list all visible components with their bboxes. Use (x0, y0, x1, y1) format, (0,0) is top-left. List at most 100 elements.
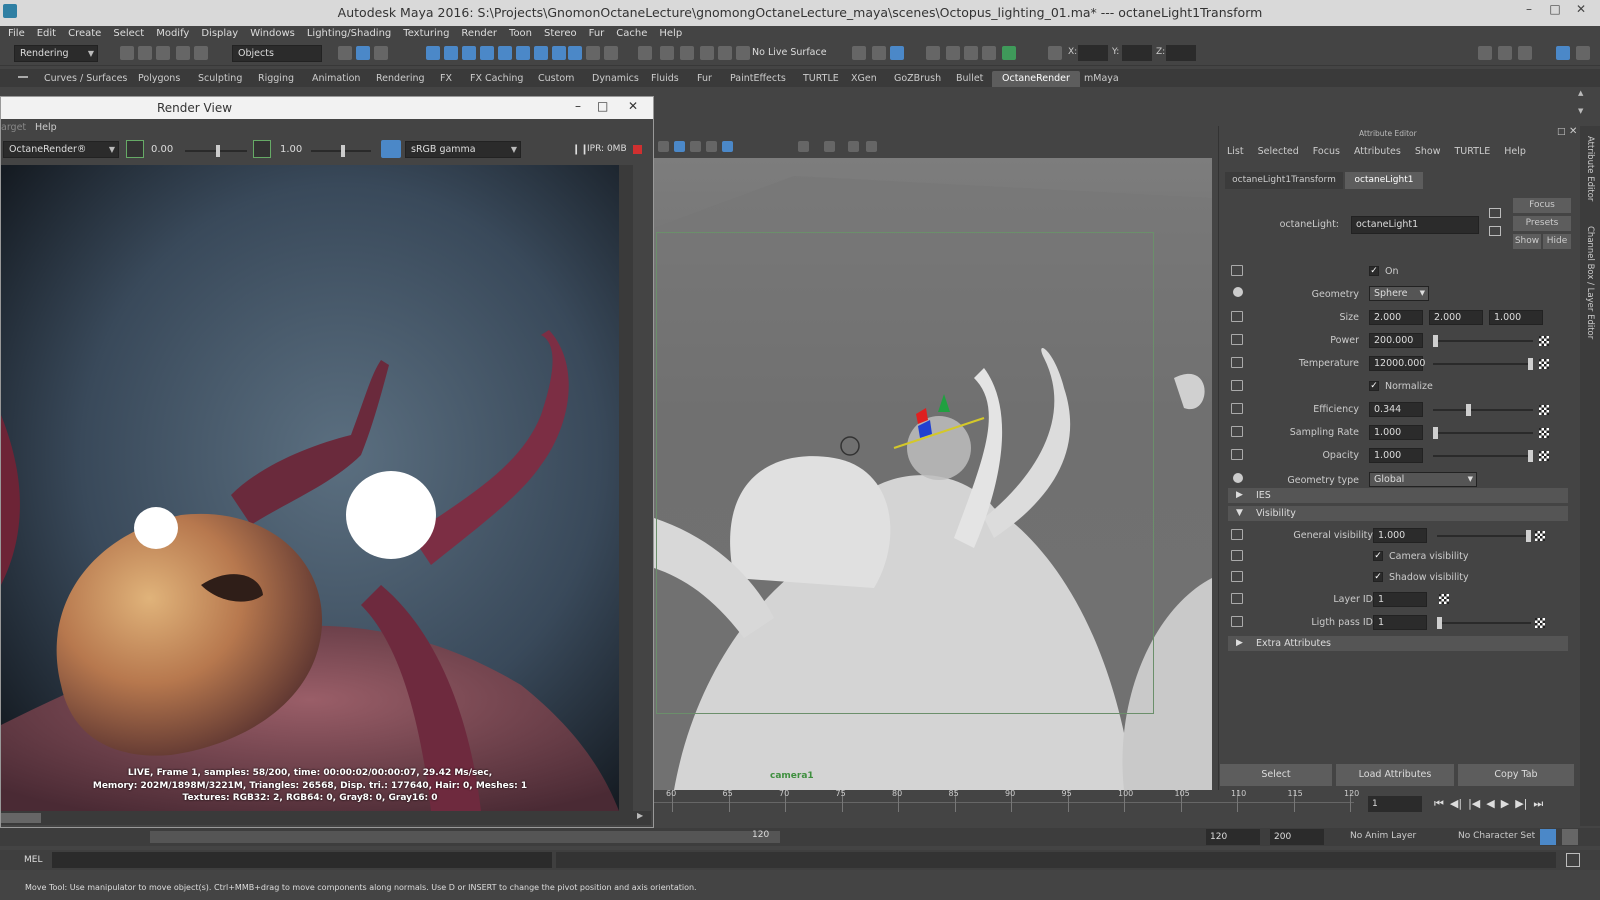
xray-icon[interactable] (798, 141, 809, 152)
shelf-tab-fur[interactable]: Fur (697, 71, 712, 87)
ae-menu-attributes[interactable]: Attributes (1354, 146, 1401, 157)
ae-menu-turtle[interactable]: TURTLE (1454, 146, 1490, 157)
power-field[interactable]: 200.000 (1369, 333, 1423, 348)
z-field[interactable] (1166, 45, 1196, 61)
shelf-tab-polygons[interactable]: Polygons (138, 71, 180, 87)
general-visibility-slider[interactable] (1437, 530, 1531, 542)
range-end-field[interactable]: 120 (752, 830, 769, 840)
step-back-icon[interactable]: |◀ (1468, 797, 1480, 811)
tab-octanelight1transform[interactable]: octaneLight1Transform (1225, 172, 1343, 189)
menu-create[interactable]: Create (68, 26, 101, 42)
select-by-component-icon[interactable] (374, 46, 388, 60)
color-space-dropdown[interactable]: sRGB gamma ▼ (405, 141, 521, 158)
shelf-scroll-up-icon[interactable]: ▲ (1578, 89, 1583, 97)
node-go-icon[interactable] (1489, 208, 1501, 218)
opacity-slider-knob[interactable] (1528, 450, 1533, 462)
shelf-tab-fx[interactable]: FX (440, 71, 452, 87)
render-region-icon[interactable] (852, 46, 866, 60)
menu-file[interactable]: File (8, 26, 25, 42)
current-frame-field[interactable]: 1 (1368, 796, 1422, 812)
gamma-slider-knob[interactable] (341, 145, 345, 157)
sampling-rate-field[interactable]: 1.000 (1369, 425, 1423, 440)
shelf-options-icon[interactable] (18, 76, 28, 78)
side-tab-attribute-editor[interactable]: Attribute Editor (1585, 136, 1595, 201)
attribute-editor-icon[interactable] (1518, 46, 1532, 60)
light-editor-icon[interactable] (982, 46, 996, 60)
attr-map-icon[interactable] (1231, 571, 1243, 582)
symmetry-icon[interactable] (568, 46, 582, 60)
light-pass-id-slider-knob[interactable] (1437, 617, 1442, 629)
layer-id-field[interactable]: 1 (1373, 592, 1427, 607)
exposure-value[interactable]: 0.00 (151, 144, 173, 155)
general-visibility-map-button[interactable] (1535, 531, 1545, 541)
exposure-slider-knob[interactable] (216, 145, 220, 157)
general-visibility-slider-knob[interactable] (1526, 530, 1531, 542)
shelf-tab-rigging[interactable]: Rigging (258, 71, 294, 87)
extra-attributes-section-header[interactable]: ▶ Extra Attributes (1228, 636, 1568, 651)
node-name-field[interactable]: octaneLight1 (1351, 216, 1479, 234)
render-view-minimize-button[interactable]: – (575, 99, 581, 113)
attr-map-icon[interactable] (1231, 593, 1243, 604)
shadow-visibility-checkbox[interactable]: ✓ (1373, 572, 1383, 582)
power-slider[interactable] (1433, 335, 1533, 347)
tool-settings-icon[interactable] (1556, 46, 1570, 60)
attr-map-icon[interactable] (1231, 380, 1243, 391)
attr-map-icon[interactable] (1231, 529, 1243, 540)
temperature-slider[interactable] (1433, 358, 1533, 370)
load-attributes-button[interactable]: Load Attributes (1336, 764, 1454, 786)
step-forward-icon[interactable]: ▶| (1515, 797, 1527, 811)
renderer-dropdown[interactable]: OctaneRender® ▼ (3, 141, 119, 158)
light-pass-id-slider[interactable] (1437, 617, 1531, 629)
ae-float-icon[interactable]: □ (1557, 127, 1566, 137)
render-settings-icon[interactable] (926, 46, 940, 60)
maximize-button[interactable]: □ (1544, 2, 1566, 20)
temperature-field[interactable]: 12000.000 (1369, 356, 1425, 371)
snap-grid-icon[interactable] (426, 46, 440, 60)
side-tab-channel-box[interactable]: Channel Box / Layer Editor (1585, 226, 1595, 339)
ae-menu-selected[interactable]: Selected (1258, 146, 1299, 157)
efficiency-map-button[interactable] (1539, 405, 1549, 415)
focus-button[interactable]: Focus (1513, 198, 1571, 213)
go-to-end-icon[interactable]: ⏭ (1533, 797, 1543, 811)
shelf-tab-painteffects[interactable]: PaintEffects (730, 71, 786, 87)
ipr-render-icon[interactable] (890, 46, 904, 60)
shelf-tab-turtle[interactable]: TURTLE (803, 71, 839, 87)
new-scene-icon[interactable] (120, 46, 134, 60)
save-scene-icon[interactable] (156, 46, 170, 60)
modeling-toolkit-icon[interactable] (1478, 46, 1492, 60)
shelf-tab-fluids[interactable]: Fluids (651, 71, 679, 87)
undo-icon[interactable] (176, 46, 190, 60)
soft-select-icon[interactable] (718, 46, 732, 60)
efficiency-slider[interactable] (1433, 404, 1533, 416)
select-by-hierarchy-icon[interactable] (338, 46, 352, 60)
gamma-value[interactable]: 1.00 (280, 144, 302, 155)
power-slider-knob[interactable] (1433, 335, 1438, 347)
shelf-tab-bullet[interactable]: Bullet (956, 71, 983, 87)
attr-map-icon[interactable] (1231, 616, 1243, 627)
menu-cache[interactable]: Cache (616, 26, 647, 42)
ae-menu-show[interactable]: Show (1415, 146, 1441, 157)
command-language-label[interactable]: MEL (24, 855, 42, 865)
shelf-tab-fx-caching[interactable]: FX Caching (470, 71, 523, 87)
snap-uv-icon[interactable] (552, 46, 566, 60)
render-frame-icon[interactable] (872, 46, 886, 60)
temperature-map-button[interactable] (1539, 359, 1549, 369)
tab-octanelight1[interactable]: octaneLight1 (1345, 172, 1423, 189)
shelf-tab-octanerender[interactable]: OctaneRender (992, 71, 1080, 87)
opacity-map-button[interactable] (1539, 451, 1549, 461)
reflection-icon[interactable] (736, 46, 750, 60)
menu-texturing[interactable]: Texturing (403, 26, 449, 42)
isolate-icon[interactable] (722, 141, 733, 152)
script-editor-icon[interactable] (1566, 853, 1580, 867)
menu-toon[interactable]: Toon (509, 26, 532, 42)
go-to-start-icon[interactable]: ⏮ (1434, 797, 1444, 811)
menu-lighting-shading[interactable]: Lighting/Shading (307, 26, 391, 42)
hscroll-thumb[interactable] (1, 813, 41, 823)
resolution-gate-icon[interactable] (824, 141, 835, 152)
selection-mode-dropdown[interactable]: Objects (232, 45, 322, 62)
render-view-vscrollbar[interactable] (619, 165, 633, 811)
menu-display[interactable]: Display (201, 26, 238, 42)
transform-mode-icon[interactable] (1048, 46, 1062, 60)
hypershade-icon[interactable] (946, 46, 960, 60)
textured-icon[interactable] (690, 141, 701, 152)
